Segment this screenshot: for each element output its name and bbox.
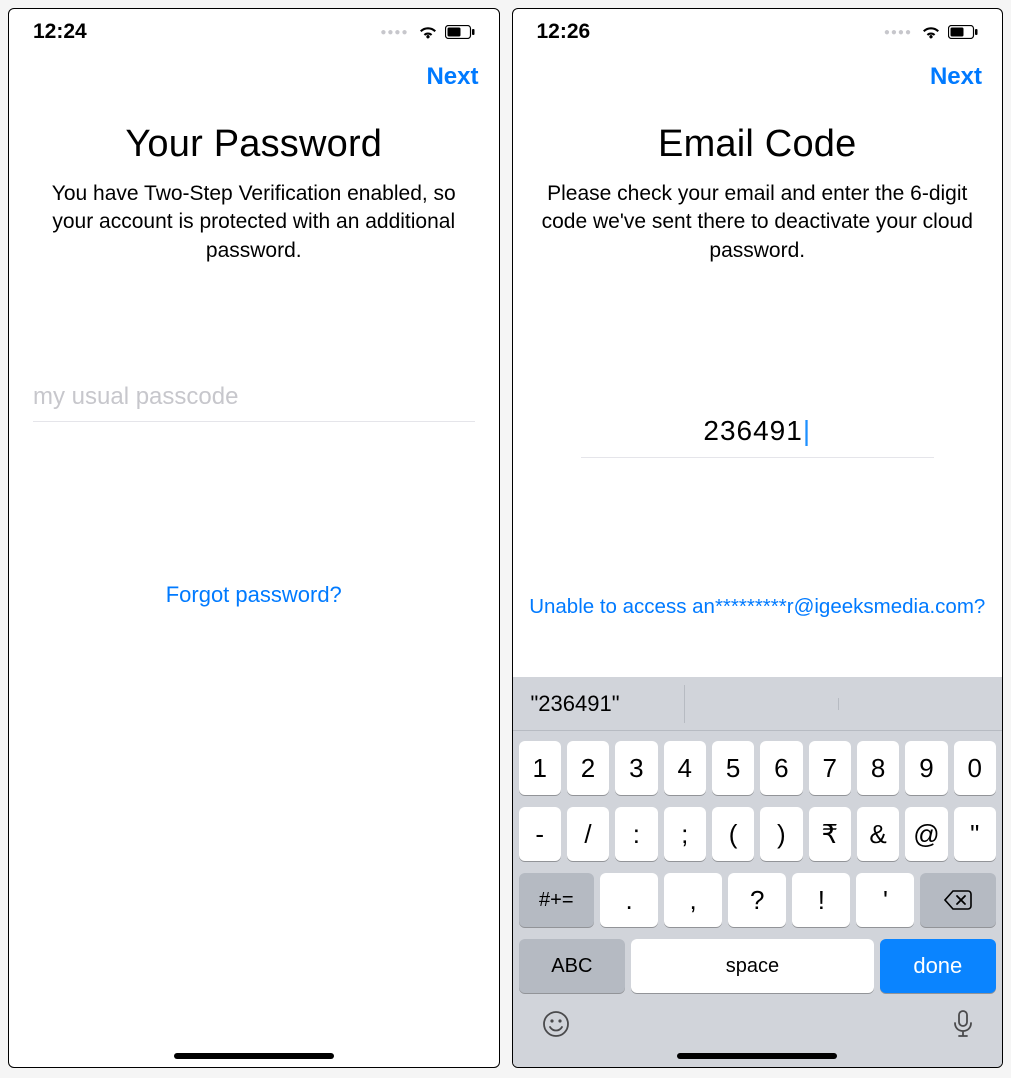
suggestion-item[interactable]: "236491" [523, 685, 685, 723]
content-area: Your Password You have Two-Step Verifica… [9, 105, 499, 1067]
status-right: ●●●● [380, 24, 474, 40]
backspace-icon [944, 890, 972, 910]
wifi-icon [920, 24, 942, 40]
key[interactable]: @ [905, 807, 947, 861]
signal-dots-icon: ●●●● [380, 27, 408, 38]
screen-password: 12:24 ●●●● Next Your Password You have T… [8, 8, 500, 1068]
next-button[interactable]: Next [930, 63, 982, 91]
key[interactable]: ₹ [809, 807, 851, 861]
key[interactable]: & [857, 807, 899, 861]
key[interactable]: 4 [664, 741, 706, 795]
code-value: 236491 [703, 415, 802, 446]
suggestion-item[interactable] [685, 698, 839, 710]
unable-access-link[interactable]: Unable to access an*********r@igeeksmedi… [513, 595, 1003, 619]
status-bar: 12:24 ●●●● [9, 9, 499, 49]
battery-icon [948, 25, 978, 39]
code-input[interactable]: 236491| [581, 415, 934, 458]
nav-bar: Next [9, 49, 499, 105]
key-backspace[interactable] [920, 873, 996, 927]
key[interactable]: 3 [615, 741, 657, 795]
key[interactable]: . [600, 873, 658, 927]
page-title: Email Code [658, 123, 856, 166]
home-indicator[interactable] [677, 1053, 837, 1059]
key[interactable]: 0 [954, 741, 996, 795]
status-right: ●●●● [884, 24, 978, 40]
status-time: 12:24 [33, 20, 87, 44]
key[interactable]: , [664, 873, 722, 927]
page-description: Please check your email and enter the 6-… [531, 180, 985, 265]
status-bar: 12:26 ●●●● [513, 9, 1003, 49]
text-cursor: | [803, 415, 811, 446]
password-input-row: my usual passcode [27, 383, 481, 422]
keyboard-row: #+= . , ? ! ' [519, 873, 997, 927]
key[interactable]: 9 [905, 741, 947, 795]
signal-dots-icon: ●●●● [884, 27, 912, 38]
next-button[interactable]: Next [426, 63, 478, 91]
key[interactable]: " [954, 807, 996, 861]
code-input-row: 236491| [531, 415, 985, 458]
keyboard-row: 1234567890 [519, 741, 997, 795]
nav-bar: Next [513, 49, 1003, 105]
key[interactable]: : [615, 807, 657, 861]
key-mode-switch[interactable]: #+= [519, 873, 595, 927]
battery-icon [445, 25, 475, 39]
key-abc[interactable]: ABC [519, 939, 626, 993]
keyboard-row: -/:;()₹&@" [519, 807, 997, 861]
suggestion-item[interactable] [839, 698, 992, 710]
key[interactable]: 5 [712, 741, 754, 795]
key[interactable]: - [519, 807, 561, 861]
page-title: Your Password [125, 123, 382, 166]
mic-icon[interactable] [952, 1009, 974, 1039]
password-input[interactable]: my usual passcode [33, 383, 475, 422]
page-description: You have Two-Step Verification enabled, … [27, 180, 481, 265]
key[interactable]: ( [712, 807, 754, 861]
key[interactable]: 6 [760, 741, 802, 795]
forgot-password-link[interactable]: Forgot password? [166, 582, 342, 608]
key[interactable]: 1 [519, 741, 561, 795]
key[interactable]: ? [728, 873, 786, 927]
keyboard-suggestions: "236491" [513, 677, 1003, 731]
key-space[interactable]: space [631, 939, 873, 993]
key[interactable]: 7 [809, 741, 851, 795]
status-time: 12:26 [537, 20, 591, 44]
emoji-icon[interactable] [541, 1009, 571, 1039]
keyboard-row: ABC space done [519, 939, 997, 993]
key[interactable]: ) [760, 807, 802, 861]
wifi-icon [417, 24, 439, 40]
key[interactable]: / [567, 807, 609, 861]
key[interactable]: 2 [567, 741, 609, 795]
key[interactable]: 8 [857, 741, 899, 795]
key[interactable]: ' [856, 873, 914, 927]
screen-email-code: 12:26 ●●●● Next Email Code Please check … [512, 8, 1004, 1068]
key-done[interactable]: done [880, 939, 996, 993]
keyboard-rows: 1234567890 -/:;()₹&@" #+= . , ? ! ' ABC … [513, 731, 1003, 1003]
key[interactable]: ! [792, 873, 850, 927]
keyboard: "236491" 1234567890 -/:;()₹&@" #+= . , ?… [513, 677, 1003, 1067]
key[interactable]: ; [664, 807, 706, 861]
home-indicator[interactable] [174, 1053, 334, 1059]
